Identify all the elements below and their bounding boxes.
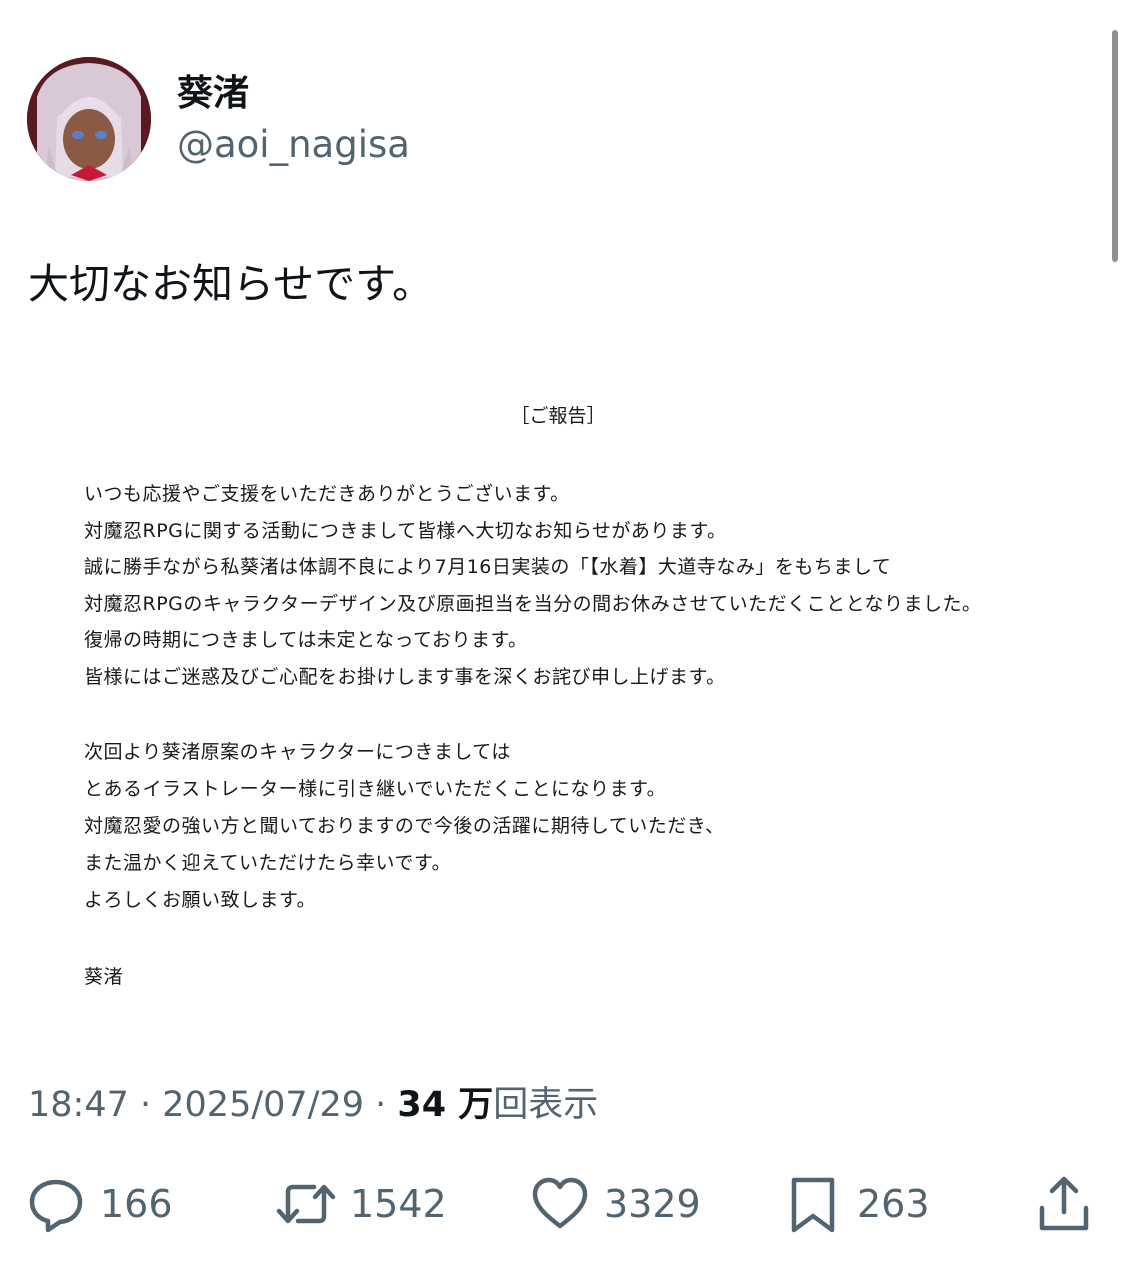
notice-line: 対魔忍RPGのキャラクターデザイン及び原画担当を当分の間お休みさせていただくこと…: [84, 593, 982, 615]
avatar[interactable]: [27, 57, 151, 181]
notice-line: 対魔忍愛の強い方と聞いておりますので今後の活躍に期待していただき、: [84, 815, 725, 837]
heart-icon: [530, 1174, 590, 1234]
user-handle[interactable]: @aoi_nagisa: [177, 122, 410, 168]
tweet-text: 大切なお知らせです。: [28, 260, 434, 308]
notice-line: 次回より葵渚原案のキャラクターにつきましては: [84, 741, 511, 763]
notice-line: 復帰の時期につきましては未定となっております。: [84, 629, 528, 651]
notice-line: 皆様にはご迷惑及びご心配をお掛けします事を深くお詫び申し上げます。: [84, 666, 726, 688]
notice-line: また温かく迎えていただけたら幸いです。: [84, 852, 452, 874]
tweet-time[interactable]: 18:47: [28, 1085, 129, 1125]
scrollbar[interactable]: [1107, 0, 1125, 1271]
views-label: 回表示: [493, 1085, 599, 1125]
share-button[interactable]: [1034, 1172, 1094, 1236]
bookmark-button[interactable]: 263: [783, 1172, 930, 1236]
notice-line: とあるイラストレーター様に引き継いでいただくことになります。: [84, 778, 667, 800]
reply-button[interactable]: 166: [26, 1172, 173, 1236]
notice-signature: 葵渚: [84, 966, 124, 988]
like-button[interactable]: 3329: [530, 1172, 701, 1236]
views-count: 34 万: [397, 1085, 494, 1125]
reply-icon: [26, 1174, 86, 1234]
bookmark-count: 263: [857, 1182, 930, 1226]
avatar-image: [27, 57, 151, 181]
repost-button[interactable]: 1542: [276, 1172, 447, 1236]
notice-title: ［ご報告］: [510, 405, 606, 427]
meta-separator: ·: [128, 1085, 163, 1125]
like-count: 3329: [604, 1182, 701, 1226]
display-name[interactable]: 葵渚: [177, 70, 249, 118]
repost-count: 1542: [350, 1182, 447, 1226]
notice-line: よろしくお願い致します。: [84, 889, 317, 911]
share-icon: [1034, 1174, 1094, 1234]
meta-separator: ·: [364, 1085, 398, 1125]
notice-line: 誠に勝手ながら私葵渚は体調不良により7月16日実装の「【水着】大道寺なみ」をもち…: [84, 556, 892, 578]
bookmark-icon: [783, 1174, 843, 1234]
tweet-meta: 18:47 · 2025/07/29 · 34 万回表示: [28, 1082, 598, 1128]
attached-notice-image[interactable]: ［ご報告］ いつも応援やご支援をいただきありがとうございます。 対魔忍RPGに関…: [28, 380, 1088, 1040]
scrollbar-thumb[interactable]: [1112, 30, 1118, 262]
notice-line: いつも応援やご支援をいただきありがとうございます。: [84, 483, 570, 505]
repost-icon: [276, 1174, 336, 1234]
tweet-date[interactable]: 2025/07/29: [162, 1085, 364, 1125]
notice-line: 対魔忍RPGに関する活動につきまして皆様へ大切なお知らせがあります。: [84, 520, 727, 542]
reply-count: 166: [100, 1182, 173, 1226]
